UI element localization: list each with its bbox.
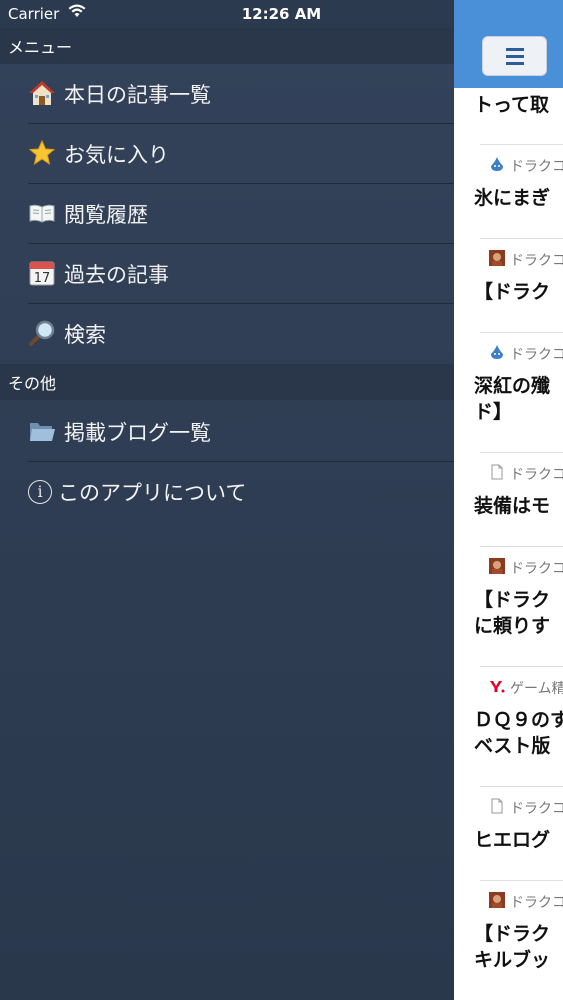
magnifier-icon [28, 319, 56, 347]
character-icon [489, 892, 505, 908]
calendar-icon: 17 [28, 259, 56, 287]
article-title-line2[interactable]: ド】 [474, 397, 512, 424]
slime-icon [489, 156, 505, 172]
article-divider [480, 546, 563, 547]
article-list-panel: トって取 ドラクコ 氷にまぎ ドラクコ 【ドラク ドラクコ 深紅の殲 ド】 ドラ… [454, 0, 563, 1000]
article-divider [480, 144, 563, 145]
article-source: ドラクコ [510, 253, 563, 269]
house-icon [28, 79, 56, 107]
article-title[interactable]: 【ドラク [474, 277, 550, 304]
open-book-icon [28, 199, 56, 227]
article-divider [480, 332, 563, 333]
article-divider [480, 786, 563, 787]
side-menu: メニュー 本日の記事一覧 お気に入り 閲覧履歴 17 過去の記事 検索 その他 [0, 28, 454, 1000]
menu-item-label: このアプリについて [58, 481, 247, 505]
section-header-menu: メニュー [0, 28, 454, 64]
menu-item-label: 掲載ブログ一覧 [64, 421, 211, 445]
article-source: ドラクコ [510, 801, 563, 817]
article-title-line2[interactable]: に頼りす [474, 611, 550, 638]
article-title[interactable]: ＤＱ９のす [474, 705, 563, 732]
article-divider [480, 666, 563, 667]
article-divider [480, 452, 563, 453]
hamburger-menu-button[interactable] [482, 36, 547, 76]
menu-item-label: 過去の記事 [64, 263, 169, 287]
hamburger-line [506, 55, 524, 58]
hamburger-line [506, 48, 524, 51]
menu-item-past-articles[interactable]: 17 過去の記事 [28, 244, 454, 304]
article-source: ドラクコ [510, 561, 563, 577]
menu-item-todays-articles[interactable]: 本日の記事一覧 [28, 64, 454, 124]
menu-item-search[interactable]: 検索 [28, 304, 454, 364]
article-title[interactable]: 深紅の殲 [474, 371, 550, 398]
character-icon [489, 250, 505, 266]
article-title[interactable]: ヒエログ [474, 825, 550, 852]
folder-icon [28, 417, 56, 445]
document-icon [489, 464, 505, 480]
article-title[interactable]: 装備はモ [474, 491, 550, 518]
menu-item-label: お気に入り [64, 143, 169, 167]
article-title[interactable]: トって取 [474, 90, 549, 117]
menu-item-blog-list[interactable]: 掲載ブログ一覧 [28, 402, 454, 462]
menu-item-favorites[interactable]: お気に入り [28, 124, 454, 184]
article-title-line2[interactable]: キルブッ [474, 945, 550, 972]
character-icon [489, 558, 505, 574]
article-divider [480, 880, 563, 881]
article-source: ドラクコ [510, 347, 563, 363]
document-icon [489, 798, 505, 814]
menu-item-label: 検索 [64, 323, 106, 347]
menu-item-about-app[interactable]: i このアプリについて [28, 462, 454, 522]
article-title[interactable]: 氷にまぎ [474, 183, 550, 210]
menu-item-label: 閲覧履歴 [64, 203, 148, 227]
article-source: ゲーム精 [510, 681, 563, 697]
article-title[interactable]: 【ドラク [474, 919, 550, 946]
article-source: ドラクコ [510, 467, 563, 483]
article-title-line2[interactable]: ベスト版 [474, 731, 550, 758]
hamburger-line [506, 62, 524, 65]
article-divider [480, 238, 563, 239]
article-source: ドラクコ [510, 895, 563, 911]
calendar-day-text: 17 [34, 271, 51, 286]
article-source: ドラクコ [510, 159, 563, 175]
section-header-other: その他 [0, 364, 454, 400]
menu-item-history[interactable]: 閲覧履歴 [28, 184, 454, 244]
slime-icon [489, 344, 505, 360]
menu-item-label: 本日の記事一覧 [64, 83, 211, 107]
navigation-bar [454, 0, 563, 88]
yahoo-icon [489, 678, 505, 694]
star-icon [28, 139, 56, 167]
info-icon: i [28, 480, 52, 504]
article-title[interactable]: 【ドラク [474, 585, 550, 612]
